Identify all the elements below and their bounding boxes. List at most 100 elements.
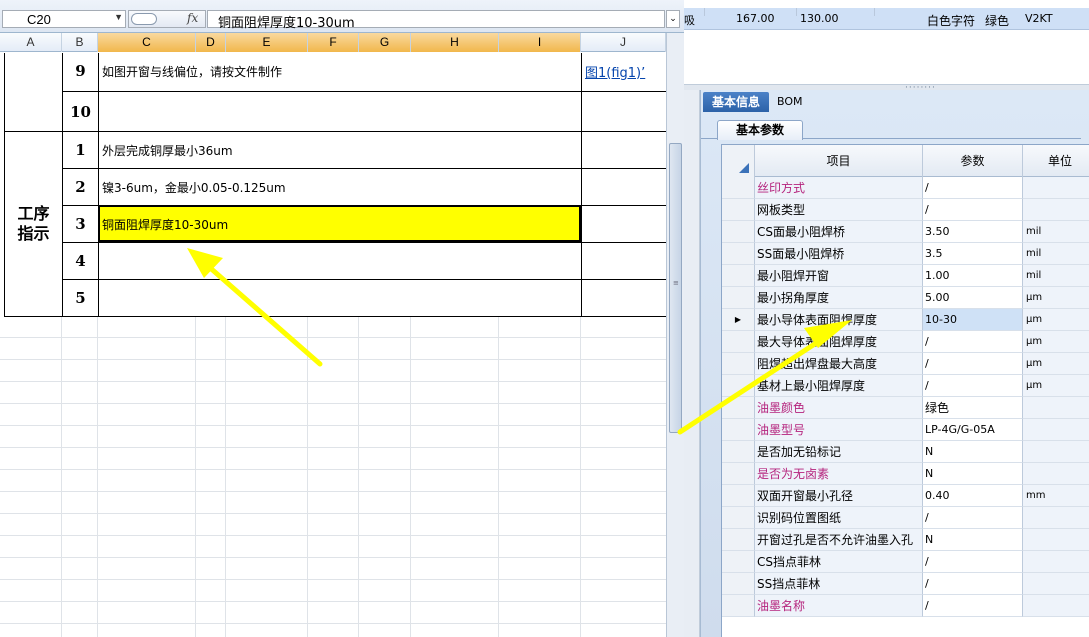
cell-row1-j[interactable]	[581, 131, 666, 169]
header-unit[interactable]: 单位	[1023, 145, 1089, 177]
header-param[interactable]: 参数	[923, 145, 1023, 177]
row-selector[interactable]	[722, 573, 755, 595]
param-value[interactable]: /	[923, 573, 1023, 595]
expand-icon[interactable]: ⌄	[666, 10, 680, 28]
param-row[interactable]: ▶ 最小导体表面阻焊厚度 10-30 μm	[722, 309, 1089, 331]
insert-function-button[interactable]: fx	[187, 11, 198, 25]
header-item[interactable]: 项目	[755, 145, 923, 177]
cell-row3-text[interactable]: 铜面阻焊厚度10-30um	[98, 205, 582, 243]
param-row[interactable]: CS挡点菲林 /	[722, 551, 1089, 573]
row-selector[interactable]	[722, 221, 755, 243]
cell-row5-j[interactable]	[581, 279, 666, 317]
vertical-scrollbar[interactable]: ≡	[666, 33, 684, 637]
param-value[interactable]: N	[923, 441, 1023, 463]
param-row[interactable]: SS挡点菲林 /	[722, 573, 1089, 595]
param-row[interactable]: 最小阻焊开窗 1.00 mil	[722, 265, 1089, 287]
param-row[interactable]: 油墨颜色 绿色	[722, 397, 1089, 419]
row-selector[interactable]	[722, 375, 755, 397]
column-header-c[interactable]: C	[98, 33, 196, 52]
row-selector[interactable]	[722, 485, 755, 507]
param-row[interactable]: 丝印方式 /	[722, 177, 1089, 199]
cell-row10-text[interactable]	[98, 91, 582, 132]
row-selector[interactable]	[722, 441, 755, 463]
param-row[interactable]: 油墨型号 LP-4G/G-05A	[722, 419, 1089, 441]
row-selector[interactable]	[722, 595, 755, 617]
cell-a-top[interactable]	[4, 53, 63, 133]
param-value[interactable]: LP-4G/G-05A	[923, 419, 1023, 441]
param-row[interactable]: 基材上最小阻焊厚度 / μm	[722, 375, 1089, 397]
param-row[interactable]: 是否为无卤素 N	[722, 463, 1089, 485]
column-header-g[interactable]: G	[359, 33, 411, 52]
row-selector[interactable]	[722, 463, 755, 485]
param-value[interactable]: 0.40	[923, 485, 1023, 507]
param-value[interactable]: /	[923, 375, 1023, 397]
param-value[interactable]: 3.5	[923, 243, 1023, 265]
param-value[interactable]: /	[923, 507, 1023, 529]
cell-row5-text[interactable]	[98, 279, 582, 317]
row-selector[interactable]	[722, 419, 755, 441]
param-value[interactable]: /	[923, 353, 1023, 375]
cancel-enter-control[interactable]	[131, 13, 157, 25]
param-value[interactable]: /	[923, 177, 1023, 199]
row-selector[interactable]	[722, 529, 755, 551]
cell-row4-j[interactable]	[581, 242, 666, 280]
row-pointer-icon[interactable]: ▶	[722, 309, 755, 331]
row-selector[interactable]	[722, 397, 755, 419]
subtab-basic-params[interactable]: 基本参数	[717, 120, 803, 140]
param-row[interactable]: CS面最小阻焊桥 3.50 mil	[722, 221, 1089, 243]
row-selector[interactable]	[722, 507, 755, 529]
param-row[interactable]: 阻焊超出焊盘最大高度 / μm	[722, 353, 1089, 375]
row-selector[interactable]	[722, 243, 755, 265]
cell-row2-j[interactable]	[581, 168, 666, 206]
param-row[interactable]: SS面最小阻焊桥 3.5 mil	[722, 243, 1089, 265]
param-row[interactable]: 最小拐角厚度 5.00 μm	[722, 287, 1089, 309]
row-selector[interactable]	[722, 353, 755, 375]
column-header-j[interactable]: J	[581, 33, 666, 52]
param-value[interactable]: N	[923, 529, 1023, 551]
parameter-grid[interactable]: 项目 参数 单位 丝印方式 / 网板类型 / CS面最小阻焊桥 3.50 mil SS面最小阻…	[721, 144, 1089, 637]
scrollbar-thumb[interactable]: ≡	[669, 143, 682, 433]
cell-row4-text[interactable]	[98, 242, 582, 280]
param-row[interactable]: 开窗过孔是否不允许油墨入孔 N	[722, 529, 1089, 551]
column-header-a[interactable]: A	[0, 33, 62, 52]
param-row[interactable]: 最大导体表面阻焊厚度 / μm	[722, 331, 1089, 353]
cell-row2-text[interactable]: 镍3-6um，金最小0.05-0.125um	[98, 168, 582, 206]
row-selector[interactable]	[722, 551, 755, 573]
column-header-e[interactable]: E	[226, 33, 308, 52]
param-value[interactable]: 10-30	[923, 309, 1023, 331]
column-header-f[interactable]: F	[308, 33, 359, 52]
param-row[interactable]: 网板类型 /	[722, 199, 1089, 221]
column-header-h[interactable]: H	[411, 33, 499, 52]
param-value[interactable]: N	[923, 463, 1023, 485]
cell-row9-text[interactable]: 如图开窗与线偏位，请按文件制作	[98, 53, 582, 92]
param-value[interactable]: /	[923, 199, 1023, 221]
param-value[interactable]: 3.50	[923, 221, 1023, 243]
column-header-i[interactable]: I	[499, 33, 581, 52]
column-header-b[interactable]: B	[62, 33, 98, 52]
selected-record-row[interactable]: 吸 167.00 130.00 白色字符 绿色 V2KT	[684, 8, 1089, 30]
section-label-cell[interactable]: 工序 指示	[4, 131, 63, 317]
column-header-d[interactable]: D	[196, 33, 226, 52]
tab-bom[interactable]: BOM	[777, 92, 817, 112]
cell-row1-text[interactable]: 外层完成铜厚最小36um	[98, 131, 582, 169]
row-selector[interactable]	[722, 177, 755, 199]
cell-row3-j[interactable]	[581, 205, 666, 243]
name-box[interactable]: C20 ▼	[2, 10, 126, 28]
tab-basic-info[interactable]: 基本信息	[703, 92, 769, 112]
param-value[interactable]: 5.00	[923, 287, 1023, 309]
figure-link[interactable]: 图1(fig1)’	[585, 62, 645, 81]
cell-row10-j[interactable]	[581, 91, 666, 132]
param-row[interactable]: 是否加无铅标记 N	[722, 441, 1089, 463]
param-row[interactable]: 识别码位置图纸 /	[722, 507, 1089, 529]
formula-input[interactable]: 铜面阻焊厚度10-30um	[207, 10, 665, 31]
dropdown-arrow-icon[interactable]: ▼	[114, 12, 123, 22]
sheet-grid[interactable]: 9 如图开窗与线偏位，请按文件制作 图1(fig1)’ 10 工序 指示 1 外…	[0, 53, 666, 637]
param-value[interactable]: /	[923, 331, 1023, 353]
param-value[interactable]: /	[923, 595, 1023, 617]
param-row[interactable]: 双面开窗最小孔径 0.40 mm	[722, 485, 1089, 507]
param-value[interactable]: /	[923, 551, 1023, 573]
row-selector[interactable]	[722, 265, 755, 287]
param-value[interactable]: 1.00	[923, 265, 1023, 287]
param-row[interactable]: 油墨名称 /	[722, 595, 1089, 617]
row-selector[interactable]	[722, 199, 755, 221]
